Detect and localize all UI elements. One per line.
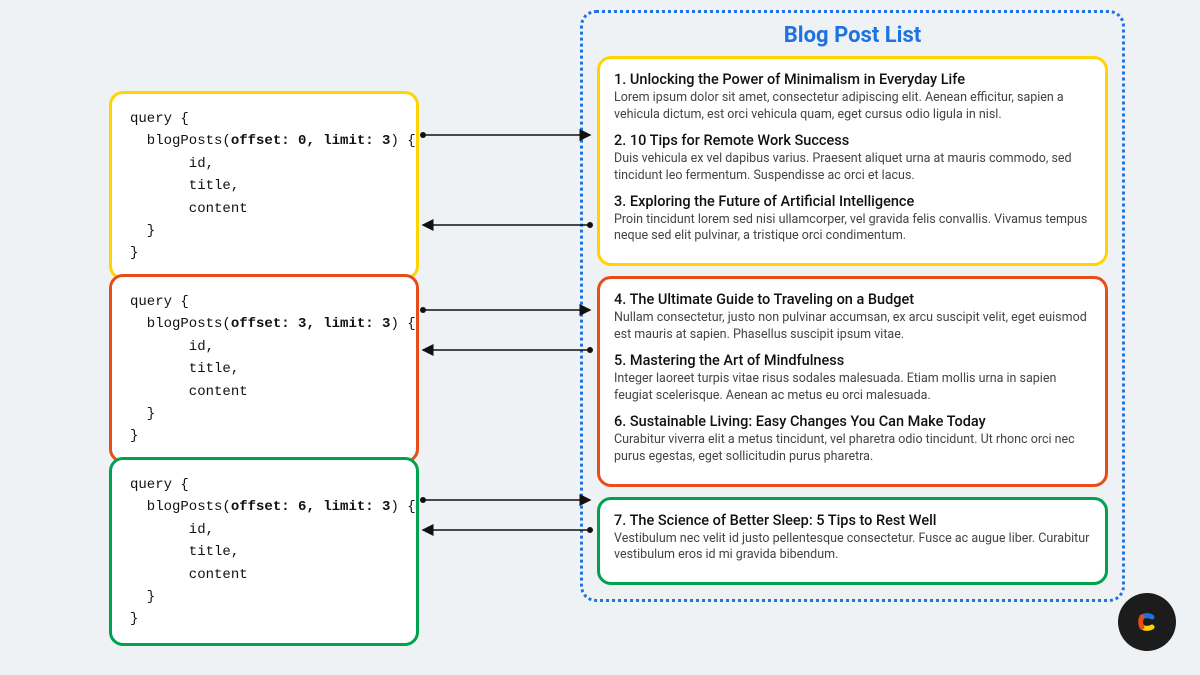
- query-text: ) { id, title, content } }: [130, 499, 416, 627]
- post-body: Vestibulum nec velit id justo pellentesq…: [614, 531, 1091, 565]
- query-args: offset: 3, limit: 3: [231, 316, 391, 332]
- post-item: 2. 10 Tips for Remote Work Success Duis …: [614, 132, 1091, 185]
- query-args: offset: 6, limit: 3: [231, 499, 391, 515]
- query-box-1: query { blogPosts(offset: 0, limit: 3) {…: [109, 91, 419, 280]
- diagram-canvas: query { blogPosts(offset: 0, limit: 3) {…: [0, 0, 1200, 675]
- post-title: 7. The Science of Better Sleep: 5 Tips t…: [614, 512, 1091, 529]
- query-text: ) { id, title, content } }: [130, 316, 416, 444]
- post-body: Integer laoreet turpis vitae risus sodal…: [614, 371, 1091, 405]
- query-box-3: query { blogPosts(offset: 6, limit: 3) {…: [109, 457, 419, 646]
- post-item: 4. The Ultimate Guide to Traveling on a …: [614, 291, 1091, 344]
- post-title: 2. 10 Tips for Remote Work Success: [614, 132, 1091, 149]
- post-group-3: 7. The Science of Better Sleep: 5 Tips t…: [597, 497, 1108, 586]
- post-body: Nullam consectetur, justo non pulvinar a…: [614, 310, 1091, 344]
- post-title: 4. The Ultimate Guide to Traveling on a …: [614, 291, 1091, 308]
- post-item: 5. Mastering the Art of Mindfulness Inte…: [614, 352, 1091, 405]
- post-body: Curabitur viverra elit a metus tincidunt…: [614, 432, 1091, 466]
- query-box-2: query { blogPosts(offset: 3, limit: 3) {…: [109, 274, 419, 463]
- query-text: ) { id, title, content } }: [130, 133, 416, 261]
- post-title: 6. Sustainable Living: Easy Changes You …: [614, 413, 1091, 430]
- post-item: 7. The Science of Better Sleep: 5 Tips t…: [614, 512, 1091, 565]
- post-item: 1. Unlocking the Power of Minimalism in …: [614, 71, 1091, 124]
- contentful-logo-icon: [1118, 593, 1176, 651]
- post-title: 3. Exploring the Future of Artificial In…: [614, 193, 1091, 210]
- post-title: 5. Mastering the Art of Mindfulness: [614, 352, 1091, 369]
- query-text: query { blogPosts(: [130, 477, 231, 515]
- post-item: 3. Exploring the Future of Artificial In…: [614, 193, 1091, 246]
- post-item: 6. Sustainable Living: Easy Changes You …: [614, 413, 1091, 466]
- post-group-1: 1. Unlocking the Power of Minimalism in …: [597, 56, 1108, 266]
- post-body: Duis vehicula ex vel dapibus varius. Pra…: [614, 151, 1091, 185]
- blog-post-list-container: Blog Post List 1. Unlocking the Power of…: [580, 10, 1125, 602]
- query-text: query { blogPosts(: [130, 294, 231, 332]
- query-text: query { blogPosts(: [130, 111, 231, 149]
- post-body: Lorem ipsum dolor sit amet, consectetur …: [614, 90, 1091, 124]
- post-title: 1. Unlocking the Power of Minimalism in …: [614, 71, 1091, 88]
- blog-list-title: Blog Post List: [597, 23, 1108, 48]
- query-args: offset: 0, limit: 3: [231, 133, 391, 149]
- post-body: Proin tincidunt lorem sed nisi ullamcorp…: [614, 212, 1091, 246]
- post-group-2: 4. The Ultimate Guide to Traveling on a …: [597, 276, 1108, 486]
